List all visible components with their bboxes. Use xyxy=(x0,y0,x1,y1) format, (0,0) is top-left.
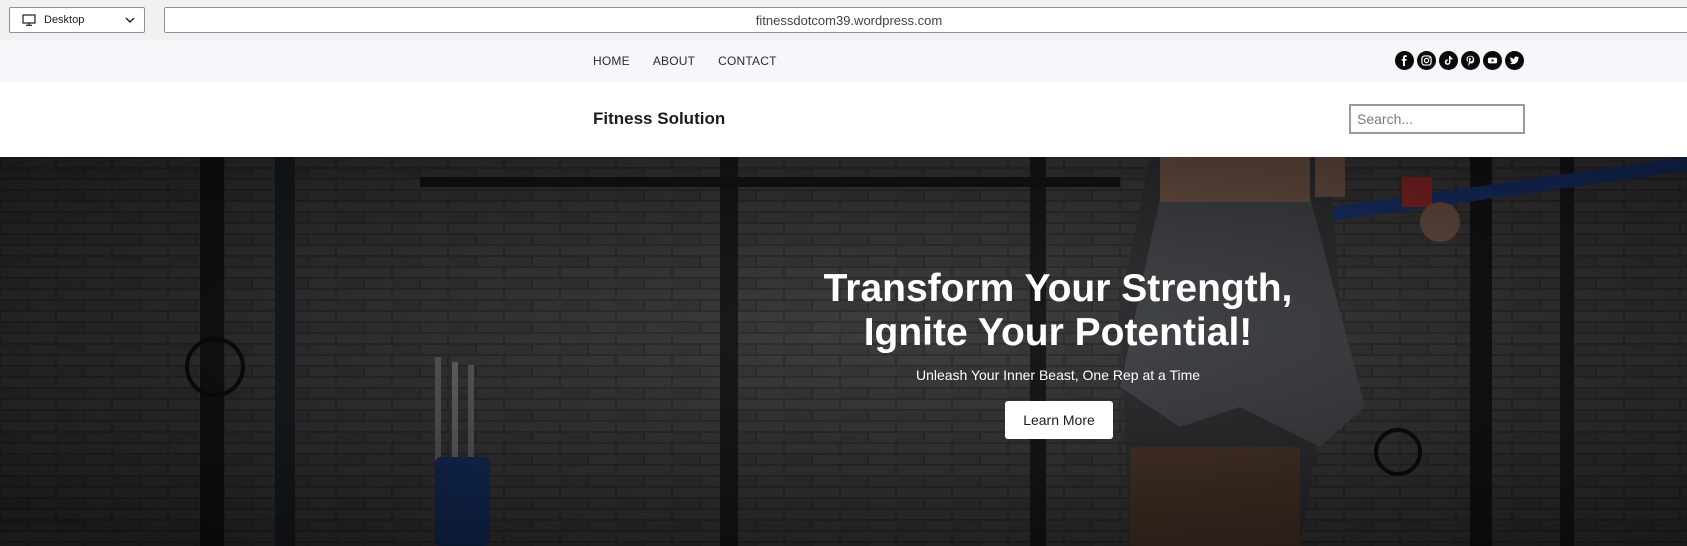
preview-toolbar: Desktop fitnessdotcom39.wordpress.com xyxy=(0,0,1687,41)
youtube-icon[interactable] xyxy=(1483,51,1502,70)
nav-item-home[interactable]: HOME xyxy=(593,54,630,68)
url-bar[interactable]: fitnessdotcom39.wordpress.com xyxy=(164,7,1687,33)
social-links xyxy=(1395,51,1524,70)
url-text: fitnessdotcom39.wordpress.com xyxy=(755,12,943,28)
pinterest-icon[interactable] xyxy=(1461,51,1480,70)
device-preview-select[interactable]: Desktop xyxy=(9,7,145,33)
site-title[interactable]: Fitness Solution xyxy=(593,109,725,129)
nav-item-about[interactable]: ABOUT xyxy=(653,54,695,68)
hero-section: Transform Your Strength, Ignite Your Pot… xyxy=(0,157,1687,546)
hero-title-line-2: Ignite Your Potential! xyxy=(863,311,1253,354)
tiktok-icon[interactable] xyxy=(1439,51,1458,70)
learn-more-button[interactable]: Learn More xyxy=(1005,401,1113,439)
site-header: Fitness Solution xyxy=(0,82,1687,157)
nav-item-contact[interactable]: CONTACT xyxy=(718,54,777,68)
device-label: Desktop xyxy=(44,14,85,26)
hero-content: Transform Your Strength, Ignite Your Pot… xyxy=(758,267,1358,383)
facebook-icon[interactable] xyxy=(1395,51,1414,70)
primary-menu: HOME ABOUT CONTACT xyxy=(593,40,800,82)
twitter-icon[interactable] xyxy=(1505,51,1524,70)
hero-title: Transform Your Strength, Ignite Your Pot… xyxy=(758,267,1358,355)
instagram-icon[interactable] xyxy=(1417,51,1436,70)
chevron-down-icon xyxy=(125,17,135,23)
hero-subtitle: Unleash Your Inner Beast, One Rep at a T… xyxy=(915,367,1201,383)
search-input[interactable] xyxy=(1349,104,1525,134)
hero-title-line-1: Transform Your Strength, xyxy=(823,267,1293,310)
desktop-monitor-icon xyxy=(22,14,36,26)
